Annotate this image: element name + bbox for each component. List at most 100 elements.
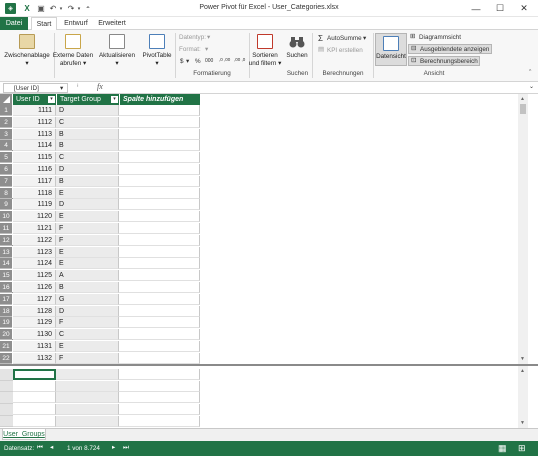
name-box[interactable]: [User ID] ▾: [3, 83, 68, 93]
table-row[interactable]: 5 1115 C: [0, 152, 200, 164]
target-group-cell[interactable]: C: [56, 116, 119, 128]
col-header-target-group[interactable]: Target Group ▾: [57, 94, 119, 105]
kpi-button[interactable]: KPI erstellen: [327, 47, 363, 54]
first-record-icon[interactable]: ⏮: [37, 444, 43, 452]
add-column-cell[interactable]: [119, 175, 200, 187]
target-group-cell[interactable]: C: [56, 329, 119, 341]
table-row[interactable]: 8 1118 E: [0, 187, 200, 199]
row-header[interactable]: 21: [0, 341, 12, 352]
close-icon[interactable]: ✕: [514, 2, 534, 15]
scroll-up-icon[interactable]: ▲: [520, 96, 525, 102]
row-header[interactable]: 8: [0, 187, 12, 199]
table-row[interactable]: 10 1120 E: [0, 211, 200, 223]
row-header[interactable]: 10: [0, 211, 12, 223]
add-column-cell[interactable]: [119, 187, 200, 199]
scroll-down-icon[interactable]: ▼: [520, 356, 525, 362]
diagram-view-button[interactable]: Diagrammsicht: [419, 34, 461, 41]
row-header[interactable]: 17: [0, 293, 12, 305]
user-id-cell[interactable]: 1130: [13, 329, 56, 341]
fx-icon[interactable]: fx: [97, 82, 103, 91]
user-id-cell[interactable]: 1125: [13, 270, 56, 282]
table-row[interactable]: 17 1127 G: [0, 293, 200, 305]
user-id-cell[interactable]: 1114: [13, 140, 56, 152]
target-group-cell[interactable]: F: [56, 234, 119, 246]
table-row[interactable]: 13 1123 E: [0, 246, 200, 258]
refresh-button[interactable]: Aktualisieren ▾: [94, 52, 140, 67]
filter-dropdown-icon[interactable]: ▾: [111, 96, 118, 103]
user-id-cell[interactable]: 1121: [13, 223, 56, 234]
target-group-cell[interactable]: D: [56, 164, 119, 175]
user-id-cell[interactable]: 1124: [13, 258, 56, 270]
user-id-cell[interactable]: 1128: [13, 305, 56, 317]
add-column-cell[interactable]: [119, 258, 200, 270]
target-group-cell[interactable]: D: [56, 199, 119, 211]
grid-view-icon[interactable]: ▦: [498, 443, 507, 454]
scroll-thumb[interactable]: [520, 104, 526, 114]
row-header[interactable]: 4: [0, 140, 12, 152]
select-all-corner[interactable]: [0, 94, 12, 105]
show-hidden-button[interactable]: ⊟ Ausgeblendete anzeigen: [408, 44, 492, 54]
maximize-icon[interactable]: ☐: [490, 2, 510, 15]
target-group-cell[interactable]: B: [56, 175, 119, 187]
table-row[interactable]: 19 1129 F: [0, 317, 200, 329]
user-id-cell[interactable]: 1118: [13, 187, 56, 199]
calc-area-button[interactable]: ⊡ Berechnungsbereich: [408, 56, 480, 66]
add-column-cell[interactable]: [119, 140, 200, 152]
table-row[interactable]: 7 1117 B: [0, 175, 200, 187]
tab-file[interactable]: Datei: [0, 17, 28, 30]
calc-cell[interactable]: [56, 380, 119, 392]
target-group-cell[interactable]: E: [56, 211, 119, 223]
row-header[interactable]: 9: [0, 199, 12, 211]
calc-cell[interactable]: [119, 369, 200, 380]
table-row[interactable]: 1 1111 D: [0, 105, 200, 116]
user-id-cell[interactable]: 1119: [13, 199, 56, 211]
row-header[interactable]: 3: [0, 128, 12, 140]
selected-calc-cell[interactable]: [13, 369, 56, 380]
row-header[interactable]: 16: [0, 282, 12, 293]
user-id-cell[interactable]: 1116: [13, 164, 56, 175]
add-column-cell[interactable]: [119, 270, 200, 282]
add-column-cell[interactable]: [119, 246, 200, 258]
add-column-cell[interactable]: [119, 329, 200, 341]
user-id-cell[interactable]: 1132: [13, 352, 56, 364]
table-row[interactable]: 18 1128 D: [0, 305, 200, 317]
add-column-cell[interactable]: [119, 128, 200, 140]
user-id-cell[interactable]: 1129: [13, 317, 56, 329]
calc-cell[interactable]: [13, 404, 56, 416]
add-column-cell[interactable]: [119, 223, 200, 234]
calc-cell[interactable]: [56, 369, 119, 380]
vertical-scrollbar[interactable]: ▲ ▼: [518, 94, 528, 364]
calc-cell[interactable]: [13, 392, 56, 404]
add-column-cell[interactable]: [119, 164, 200, 175]
calc-cell[interactable]: [119, 404, 200, 416]
table-row[interactable]: 15 1125 A: [0, 270, 200, 282]
filter-dropdown-icon[interactable]: ▾: [48, 96, 55, 103]
row-header[interactable]: 6: [0, 164, 12, 175]
tab-home[interactable]: Start: [31, 17, 57, 31]
thousands-button[interactable]: 000: [205, 58, 213, 64]
row-header[interactable]: 14: [0, 258, 12, 270]
target-group-cell[interactable]: C: [56, 152, 119, 164]
target-group-cell[interactable]: E: [56, 246, 119, 258]
currency-button[interactable]: $: [180, 58, 184, 65]
row-header[interactable]: 5: [0, 152, 12, 164]
autosum-button[interactable]: AutoSumme: [327, 35, 362, 42]
user-id-cell[interactable]: 1112: [13, 116, 56, 128]
col-header-add-column[interactable]: Spalte hinzufügen: [120, 94, 200, 105]
collapse-ribbon-icon[interactable]: ˆ: [529, 70, 531, 77]
search-button[interactable]: Suchen: [283, 52, 311, 60]
target-group-cell[interactable]: E: [56, 341, 119, 352]
format-dropdown-icon[interactable]: ▾: [205, 46, 208, 53]
percent-button[interactable]: %: [195, 58, 201, 65]
table-row[interactable]: 11 1121 F: [0, 223, 200, 234]
target-group-cell[interactable]: A: [56, 270, 119, 282]
row-header[interactable]: 19: [0, 317, 12, 329]
add-column-cell[interactable]: [119, 317, 200, 329]
row-header[interactable]: 20: [0, 329, 12, 341]
tab-design[interactable]: Entwurf: [62, 17, 90, 30]
target-group-cell[interactable]: G: [56, 293, 119, 305]
user-id-cell[interactable]: 1122: [13, 234, 56, 246]
table-row[interactable]: 14 1124 E: [0, 258, 200, 270]
expand-formula-icon[interactable]: ⌄: [529, 83, 534, 90]
user-id-cell[interactable]: 1120: [13, 211, 56, 223]
